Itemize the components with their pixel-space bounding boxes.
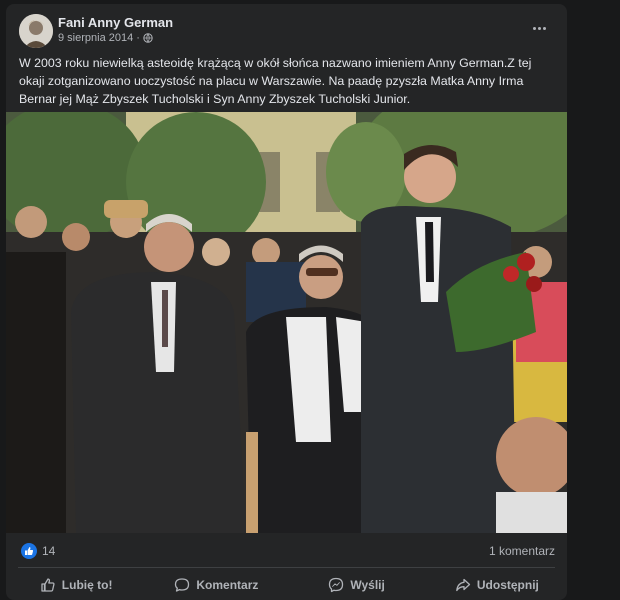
- comment-button[interactable]: Komentarz: [146, 570, 286, 600]
- comment-label: Komentarz: [196, 578, 259, 592]
- thumbs-up-icon: [41, 578, 55, 592]
- like-button[interactable]: Lubię to!: [6, 570, 146, 600]
- actions-divider: [18, 567, 555, 568]
- post-actions: Lubię to! Komentarz Wyślij Udostępnij: [6, 570, 567, 600]
- messenger-icon: [329, 577, 344, 593]
- post-header: Fani Anny German 9 sierpnia 2014 ·: [6, 4, 567, 52]
- share-label: Udostępnij: [476, 578, 539, 592]
- comments-count[interactable]: 1 komentarz: [489, 544, 555, 558]
- post-meta: 9 sierpnia 2014 ·: [58, 32, 153, 44]
- page-avatar[interactable]: [19, 14, 53, 48]
- post-date[interactable]: 9 sierpnia 2014: [58, 32, 133, 44]
- meta-separator: ·: [136, 32, 140, 44]
- reactions-count: 14: [42, 544, 56, 558]
- send-label: Wyślij: [350, 578, 385, 592]
- post-text: W 2003 roku niewielką asteoidę krążącą w…: [19, 56, 532, 106]
- send-button[interactable]: Wyślij: [287, 570, 427, 600]
- post-card: Fani Anny German 9 sierpnia 2014 · W 200…: [6, 4, 567, 600]
- like-label: Lubię to!: [61, 578, 113, 592]
- page-name[interactable]: Fani Anny German: [58, 15, 173, 30]
- share-icon: [456, 578, 471, 592]
- post-stats: 14 1 komentarz: [6, 536, 567, 564]
- comment-icon: [175, 578, 190, 592]
- more-options-icon[interactable]: [529, 18, 549, 38]
- reactions-summary[interactable]: 14: [21, 543, 55, 559]
- post-photo[interactable]: [6, 112, 567, 533]
- like-reaction-icon: [21, 543, 37, 559]
- share-button[interactable]: Udostępnij: [427, 570, 567, 600]
- globe-icon: [143, 33, 153, 43]
